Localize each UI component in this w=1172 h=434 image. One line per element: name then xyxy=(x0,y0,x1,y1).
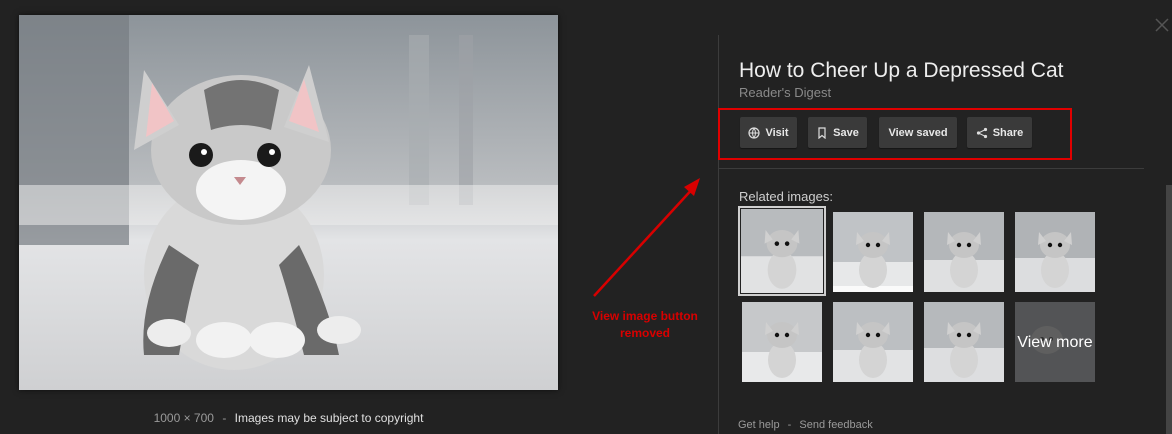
footer-separator: - xyxy=(787,419,792,431)
kitten-thumbnail xyxy=(924,212,1004,292)
meta-separator: - xyxy=(222,411,227,425)
image-dimensions: 1000 × 700 xyxy=(153,411,214,425)
related-images-label: Related images: xyxy=(739,189,833,204)
image-meta: 1000 × 700 - Images may be subject to co… xyxy=(19,411,558,425)
annotation-arrow xyxy=(593,178,700,297)
related-thumbnail[interactable] xyxy=(924,302,1004,382)
panel-divider xyxy=(718,35,719,434)
related-thumbnail[interactable] xyxy=(924,212,1004,292)
related-thumbnail[interactable] xyxy=(742,302,822,382)
kitten-image xyxy=(19,15,558,390)
footer: Get help - Send feedback xyxy=(738,419,873,431)
kitten-thumbnail xyxy=(924,302,1004,382)
kitten-thumbnail xyxy=(741,209,823,293)
close-icon[interactable] xyxy=(1154,16,1170,36)
kitten-thumbnail xyxy=(833,302,913,382)
highlight-box xyxy=(718,108,1072,160)
main-image[interactable] xyxy=(19,15,558,390)
related-thumbnail[interactable] xyxy=(833,302,913,382)
image-source[interactable]: Reader's Digest xyxy=(739,85,831,100)
kitten-thumbnail xyxy=(742,302,822,382)
copyright-notice: Images may be subject to copyright xyxy=(234,411,424,425)
view-more-button[interactable]: View more xyxy=(1015,302,1095,382)
related-thumbnail[interactable] xyxy=(738,206,826,296)
kitten-thumbnail xyxy=(833,212,913,292)
scrollbar[interactable] xyxy=(1166,185,1172,434)
kitten-thumbnail xyxy=(1015,212,1095,292)
section-divider xyxy=(719,168,1144,169)
image-title[interactable]: How to Cheer Up a Depressed Cat xyxy=(739,59,1064,83)
view-more-label: View more xyxy=(1015,302,1095,382)
annotation-text: View image button removed xyxy=(592,309,698,340)
related-thumbnail[interactable] xyxy=(1015,212,1095,292)
send-feedback-link[interactable]: Send feedback xyxy=(799,419,872,431)
get-help-link[interactable]: Get help xyxy=(738,419,780,431)
related-thumbnail[interactable] xyxy=(833,212,913,292)
